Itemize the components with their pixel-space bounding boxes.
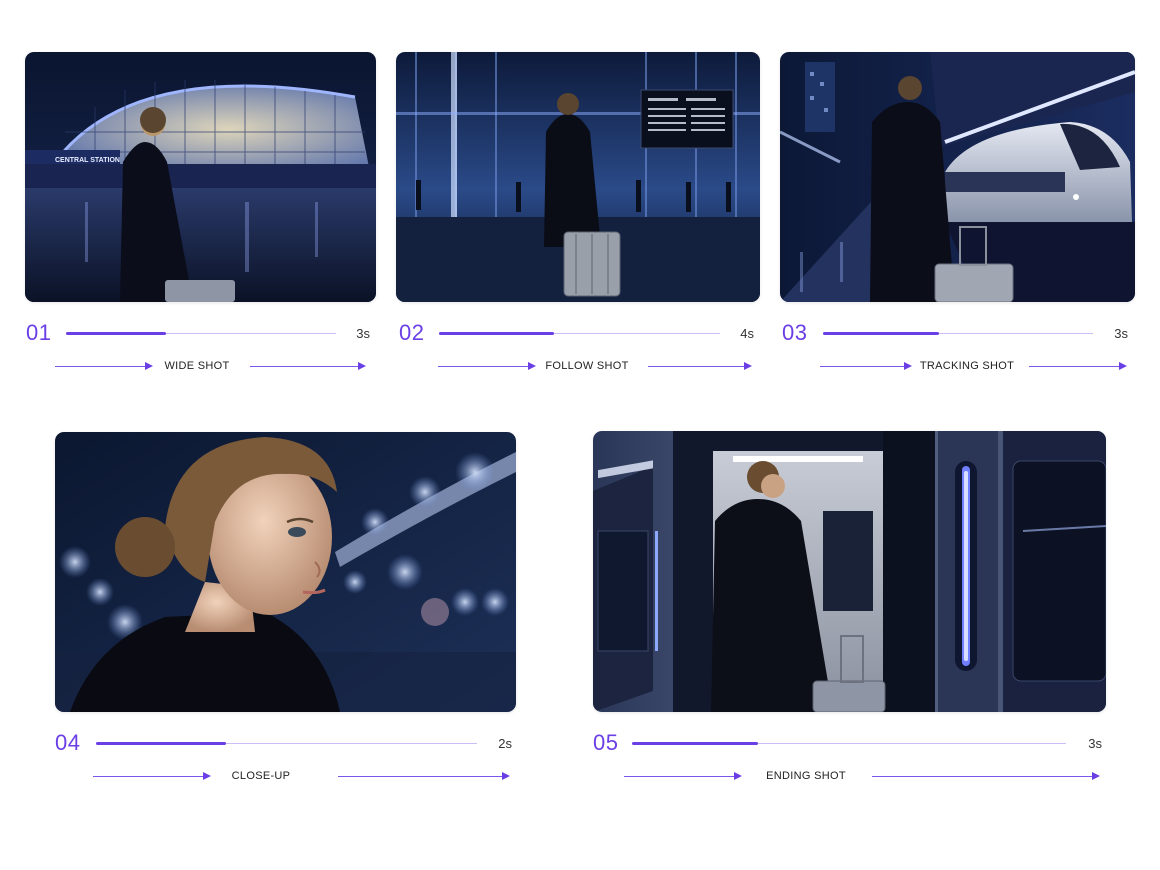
shot-number: 02 (399, 320, 425, 345)
arrow-right-icon (648, 362, 752, 370)
duration-label: 4s (740, 326, 754, 341)
arrow-right-icon (1029, 362, 1127, 370)
duration-label: 3s (1088, 736, 1102, 751)
shot-type-row: FOLLOW SHOT (438, 360, 754, 374)
shot-image-tracking[interactable] (780, 52, 1135, 302)
shot-number: 01 (26, 320, 52, 345)
shot-type-row: ENDING SHOT (624, 770, 1104, 784)
station-concourse-image (396, 52, 760, 302)
shot-type-label: ENDING SHOT (766, 770, 846, 782)
platform-train-image (780, 52, 1135, 302)
shot-type-label: CLOSE-UP (231, 770, 291, 782)
arrow-right-icon (872, 772, 1100, 780)
shot-image-follow[interactable] (396, 52, 760, 302)
shot-type-row: TRACKING SHOT (820, 360, 1130, 374)
duration-track (439, 332, 720, 335)
arrow-left-icon (624, 772, 742, 780)
station-sign: CENTRAL STATION (55, 157, 120, 164)
arrow-left-icon (820, 362, 912, 370)
duration-track (96, 742, 477, 745)
duration-fill (66, 332, 166, 335)
shot-type-row: WIDE SHOT (55, 360, 371, 374)
shot-image-ending[interactable] (593, 431, 1106, 712)
shot-number: 04 (55, 730, 81, 755)
shot-type-label: FOLLOW SHOT (545, 360, 629, 372)
shot-type-row: CLOSE-UP (93, 770, 513, 784)
arrow-left-icon (438, 362, 536, 370)
duration-label: 3s (1114, 326, 1128, 341)
arrow-left-icon (93, 772, 211, 780)
woman-portrait-image (55, 432, 516, 712)
shot-number: 05 (593, 730, 619, 755)
train-door-image (593, 431, 1106, 712)
shot-type-label: WIDE SHOT (164, 360, 230, 372)
arrow-left-icon (55, 362, 153, 370)
duration-track (66, 332, 336, 335)
arrow-right-icon (338, 772, 510, 780)
station-exterior-image: CENTRAL STATION (25, 52, 376, 302)
duration-fill (96, 742, 226, 745)
shot-image-wide[interactable]: CENTRAL STATION (25, 52, 376, 302)
duration-label: 3s (356, 326, 370, 341)
duration-track (823, 332, 1093, 335)
shot-number: 03 (782, 320, 808, 345)
duration-fill (439, 332, 555, 335)
shot-image-closeup[interactable] (55, 432, 516, 712)
shot-type-label: TRACKING SHOT (919, 360, 1015, 372)
duration-track (632, 742, 1066, 745)
duration-fill (823, 332, 940, 335)
duration-label: 2s (498, 736, 512, 751)
duration-fill (632, 742, 758, 745)
arrow-right-icon (250, 362, 366, 370)
